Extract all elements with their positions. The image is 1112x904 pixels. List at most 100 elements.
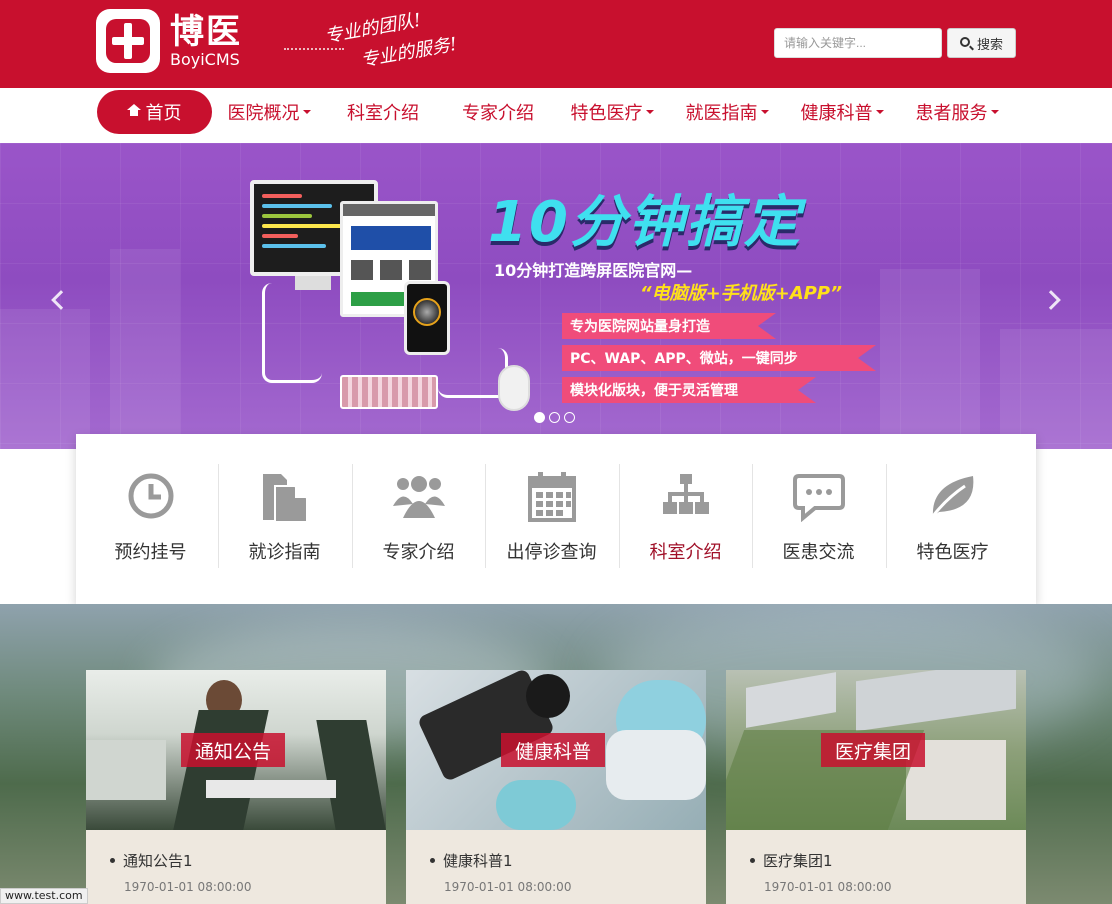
nav-label: 科室介绍 (347, 103, 419, 124)
document-icon (262, 474, 308, 522)
banner-ribbon: 专为医院网站量身打造 (562, 313, 776, 339)
image-person (316, 720, 386, 830)
browser-block (380, 260, 402, 280)
news-list-item[interactable]: 医疗集团1 (750, 850, 833, 871)
carousel-indicators (534, 412, 575, 423)
quick-link-appointment[interactable]: 预约挂号 (84, 464, 217, 568)
mouse-graphic (498, 365, 530, 411)
site-logo[interactable]: 博医 BoyiCMS (96, 9, 242, 73)
banner-decoration (880, 269, 980, 449)
browser-bar (343, 204, 435, 216)
keyboard-graphic (340, 375, 438, 409)
banner-decoration (1000, 329, 1112, 449)
image-stretcher (206, 780, 336, 798)
nav-item-guide[interactable]: 就医指南 (680, 90, 774, 134)
search-button[interactable]: 搜索 (947, 28, 1016, 58)
carousel-dot-2[interactable] (549, 412, 560, 423)
news-card-tag[interactable]: 医疗集团 (821, 733, 926, 767)
nav-item-experts[interactable]: 专家介绍 (451, 90, 545, 134)
nav-label: 健康科普 (800, 103, 873, 124)
phone-graphic (404, 281, 450, 355)
news-section: 通知公告 通知公告1 1970-01-01 08:00:00 健康科普 健康科普… (0, 604, 1112, 904)
bullet-icon (110, 858, 115, 863)
quick-link-communication[interactable]: 医患交流 (752, 464, 885, 568)
news-card-tag[interactable]: 健康科普 (501, 733, 606, 767)
news-item-date: 1970-01-01 08:00:00 (124, 880, 252, 894)
code-line (262, 244, 326, 248)
news-item-title: 医疗集团1 (763, 852, 833, 870)
chat-icon (792, 474, 845, 522)
image-building (856, 670, 1016, 732)
caret-down-icon (990, 110, 999, 114)
carousel-dot-1[interactable] (534, 412, 545, 423)
quick-link-experts[interactable]: 专家介绍 (352, 464, 485, 568)
globe-icon (413, 298, 441, 326)
slogan: 专业的团队! 专业的服务! (280, 10, 480, 72)
users-icon (392, 476, 445, 518)
code-line (262, 234, 298, 238)
quick-link-schedule[interactable]: 出停诊查询 (485, 464, 618, 568)
quick-link-specialty[interactable]: 特色医疗 (886, 464, 1019, 568)
cable-line (262, 283, 322, 383)
top-header: 博医 BoyiCMS 专业的团队! 专业的服务! 搜索 (0, 0, 1112, 88)
nav-label: 患者服务 (915, 103, 988, 124)
nav-item-health[interactable]: 健康科普 (795, 90, 889, 134)
code-line (262, 194, 302, 198)
image-microscope (526, 674, 570, 718)
caret-down-icon (760, 110, 769, 114)
search-button-label: 搜索 (976, 37, 1003, 53)
nav-item-departments[interactable]: 科室介绍 (336, 90, 430, 134)
logo-english-name: BoyiCMS (170, 50, 240, 69)
news-card-notice: 通知公告 通知公告1 1970-01-01 08:00:00 (86, 670, 386, 904)
nav-item-patient-service[interactable]: 患者服务 (910, 90, 1004, 134)
nav-item-home[interactable]: 首页 (97, 90, 212, 134)
quick-link-departments[interactable]: 科室介绍 (619, 464, 752, 568)
banner-highlight: “电脑版+手机版+APP” (640, 283, 842, 304)
logo-text: 博医 BoyiCMS (170, 13, 242, 69)
news-item-title: 通知公告1 (123, 852, 193, 870)
news-item-date: 1970-01-01 08:00:00 (444, 880, 572, 894)
monitor-stand (295, 276, 331, 290)
banner-decoration (0, 309, 90, 449)
banner-decoration (110, 249, 180, 449)
search-input[interactable] (774, 28, 942, 58)
image-person (173, 710, 269, 830)
news-list-item[interactable]: 通知公告1 (110, 850, 193, 871)
logo-cross-icon (96, 9, 160, 73)
nav-label: 特色医疗 (570, 103, 643, 124)
quick-link-label: 特色医疗 (916, 542, 989, 563)
image-person (496, 780, 576, 830)
caret-down-icon (875, 110, 884, 114)
quick-link-label: 科室介绍 (649, 542, 722, 563)
sitemap-icon (662, 474, 709, 514)
nav-label: 专家介绍 (462, 103, 534, 124)
browser-block (351, 226, 431, 250)
image-building (746, 672, 836, 728)
nav-label: 首页 (145, 103, 182, 124)
browser-block (351, 292, 407, 306)
code-line (262, 214, 312, 218)
hero-carousel[interactable]: 10分钟搞定 10分钟打造跨屏医院官网— “电脑版+手机版+APP” 专为医院网… (0, 143, 1112, 449)
news-card-tag[interactable]: 通知公告 (181, 733, 286, 767)
image-vehicle (86, 740, 166, 800)
nav-item-specialty[interactable]: 特色医疗 (565, 90, 659, 134)
browser-status-bar: www.test.com (0, 888, 88, 904)
news-card-group: 医疗集团 医疗集团1 1970-01-01 08:00:00 (726, 670, 1026, 904)
nav-label: 就医指南 (685, 103, 758, 124)
slogan-decoration (284, 48, 344, 50)
quick-link-visit-guide[interactable]: 就诊指南 (218, 464, 351, 568)
caret-down-icon (302, 110, 311, 114)
code-line (262, 204, 332, 208)
news-list-item[interactable]: 健康科普1 (430, 850, 513, 871)
quick-link-label: 出停诊查询 (506, 542, 597, 563)
image-person (606, 730, 706, 800)
quick-link-label: 预约挂号 (114, 542, 187, 563)
caret-down-icon (645, 110, 654, 114)
quick-links-panel: 预约挂号 就诊指南 专家介绍 出停诊查询 科室介绍 医患交流 特色医疗 (76, 434, 1036, 604)
news-item-date: 1970-01-01 08:00:00 (764, 880, 892, 894)
news-item-title: 健康科普1 (443, 852, 513, 870)
browser-block (409, 260, 431, 280)
carousel-dot-3[interactable] (564, 412, 575, 423)
clock-icon (128, 473, 173, 519)
nav-item-hospital-overview[interactable]: 医院概况 (222, 90, 316, 134)
